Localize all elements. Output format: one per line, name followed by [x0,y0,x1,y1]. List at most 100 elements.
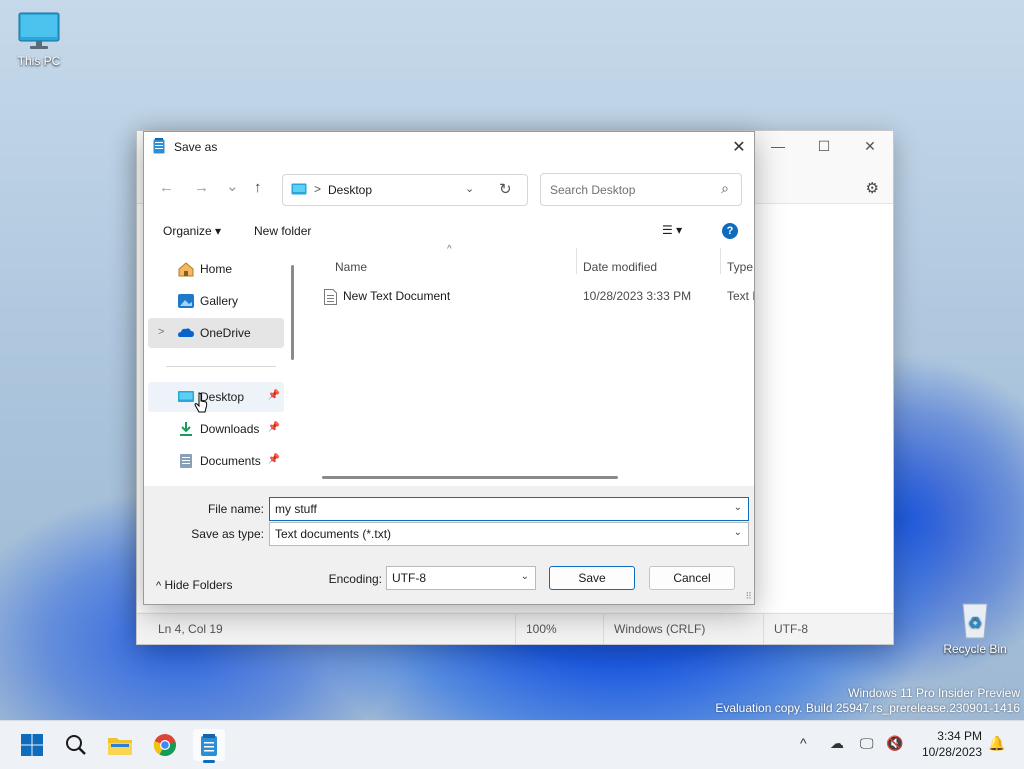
chevron-down-icon[interactable]: ⌄ [734,502,742,513]
status-cursor-position: Ln 4, Col 19 [158,622,223,636]
minimize-button[interactable]: — [755,131,801,161]
search-button[interactable] [60,729,92,761]
status-bar: Ln 4, Col 19 100% Windows (CRLF) UTF-8 [137,613,893,644]
nav-item-documents[interactable]: Documents 📌 [148,446,284,476]
show-hidden-icons-button[interactable]: ^ [800,735,807,751]
breadcrumb-desktop[interactable]: Desktop [328,183,372,197]
save-button[interactable]: Save [549,566,635,590]
hide-folders-label: Hide Folders [164,578,233,592]
chevron-down-icon[interactable]: ⌄ [734,527,742,538]
file-date-modified: 10/28/2023 3:33 PM [583,289,692,303]
encoding-select[interactable]: UTF-8 ⌄ [386,566,536,590]
nav-item-home[interactable]: Home [148,254,284,284]
notification-bell-icon[interactable]: 🔔 [988,735,1005,752]
recycle-bin-icon: ♻ [953,600,997,640]
dialog-close-button[interactable]: ✕ [724,132,754,162]
recent-locations-button[interactable]: ⌄ [226,177,239,195]
watermark-build: Evaluation copy. Build 25947.rs_prerelea… [715,701,1020,715]
watermark-edition: Windows 11 Pro Insider Preview [848,686,1020,700]
home-icon [177,261,195,277]
window-controls: — ☐ ✕ [755,131,893,161]
column-divider[interactable] [576,248,577,274]
desktop-icon-recycle-bin[interactable]: ♻ Recycle Bin [943,600,1007,656]
resize-grip-icon[interactable]: ⠿ [745,591,752,602]
new-folder-button[interactable]: New folder [254,224,311,238]
pin-icon: 📌 [267,422,280,433]
downloads-icon [177,421,195,437]
status-divider [763,614,764,644]
up-button[interactable]: ↑ [254,179,262,196]
file-row[interactable]: New Text Document 10/28/2023 3:33 PM Tex… [302,284,754,310]
refresh-button[interactable]: ↻ [499,180,512,198]
file-list: ^ Name Date modified Type New Text Docum… [302,244,754,486]
chevron-down-icon[interactable]: ⌄ [521,571,529,582]
file-list-scrollbar[interactable] [322,476,618,479]
chrome-icon [153,734,176,756]
clock[interactable]: 3:34 PM 10/28/2023 [922,728,982,760]
encoding-label: Encoding: [328,572,382,586]
save-type-select[interactable]: Text documents (*.txt) ⌄ [269,522,749,546]
start-button[interactable] [16,729,48,761]
network-icon[interactable]: 🖵 [860,735,874,752]
gear-icon[interactable]: ⚙ [866,179,879,197]
sort-indicator-icon: ^ [447,244,452,255]
desktop-icon [177,389,195,405]
notepad-icon [153,138,165,154]
file-name-field[interactable]: my stuff ⌄ [269,497,749,521]
back-button[interactable]: ← [159,179,174,196]
column-divider[interactable] [720,248,721,274]
column-header-date-modified[interactable]: Date modified [583,260,657,274]
cancel-button[interactable]: Cancel [649,566,735,590]
search-icon [66,735,86,755]
forward-button[interactable]: → [194,179,209,196]
onedrive-tray-icon[interactable]: ☁ [830,735,844,752]
this-pc-label: This PC [17,54,61,68]
search-placeholder: Search Desktop [550,183,636,197]
file-explorer-button[interactable] [104,729,136,761]
search-box[interactable]: Search Desktop ⌕ [540,173,742,206]
nav-item-gallery[interactable]: Gallery [148,286,284,316]
dialog-title: Save as [174,140,218,154]
search-icon[interactable]: ⌕ [721,180,729,197]
maximize-button[interactable]: ☐ [801,131,847,161]
encoding-value: UTF-8 [392,571,426,585]
dialog-title-bar[interactable]: Save as ✕ [144,132,754,162]
nav-label: Downloads [200,422,260,436]
column-header-name[interactable]: Name [335,260,367,274]
help-button[interactable]: ? [722,223,738,239]
column-header-type[interactable]: Type [727,260,753,274]
save-type-label: Save as type: [191,527,264,541]
volume-muted-icon[interactable]: 🔇 [886,735,903,752]
nav-item-onedrive[interactable]: > OneDrive [148,318,284,348]
nav-item-downloads[interactable]: Downloads 📌 [148,414,284,444]
mouse-cursor-icon [194,392,208,414]
status-line-ending: Windows (CRLF) [614,622,706,636]
clock-time: 3:34 PM [937,729,982,743]
chrome-button[interactable] [149,729,181,761]
save-form: File name: my stuff ⌄ Save as type: Text… [144,486,754,604]
status-zoom: 100% [526,622,557,636]
monitor-icon [17,12,61,52]
nav-label: OneDrive [200,326,251,340]
desktop-icon [291,183,307,195]
chevron-up-icon: ^ [156,580,162,592]
status-encoding: UTF-8 [774,622,808,636]
file-name-value: my stuff [275,502,317,516]
notepad-taskbar-button[interactable] [193,729,225,763]
text-file-icon [324,289,337,305]
folder-icon [108,738,132,755]
expand-chevron-icon[interactable]: > [158,326,164,338]
address-dropdown-button[interactable]: ⌄ [465,182,474,195]
hide-folders-button[interactable]: ^ Hide Folders [156,578,233,592]
organize-menu[interactable]: Organize ▾ [163,224,221,238]
nav-label: Home [200,262,233,276]
view-options-button[interactable]: ☰ ▾ [662,223,682,237]
nav-item-desktop[interactable]: Desktop 📌 [148,382,284,412]
windows-logo-icon [21,734,43,756]
close-button[interactable]: ✕ [847,131,893,161]
nav-scrollbar[interactable] [291,265,294,360]
address-bar[interactable]: > Desktop ⌄ ↻ [282,174,528,206]
nav-label: Gallery [200,294,239,308]
navigation-pane: Home Gallery > OneDrive Desktop 📌 Downlo… [144,248,294,486]
desktop-icon-this-pc[interactable]: This PC [7,12,71,68]
